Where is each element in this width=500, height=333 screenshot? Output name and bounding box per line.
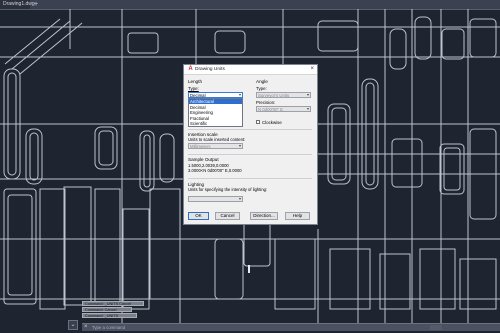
dialog-title: Drawing Units xyxy=(195,67,225,72)
command-menu-button[interactable]: ⌄ xyxy=(68,320,78,330)
command-history-line: Command: _UNITS xyxy=(82,313,137,318)
chevron-down-icon xyxy=(307,108,309,110)
command-history-line: Command: _UNITS Cancel xyxy=(82,301,144,306)
dropdown-option-architectural[interactable]: Architectural xyxy=(189,99,242,104)
dropdown-option-scientific[interactable]: Scientific xyxy=(189,121,242,126)
chevron-down-icon xyxy=(239,94,241,96)
angle-precision-select[interactable]: N 0d00'00" E xyxy=(256,106,311,112)
length-group-label: Length xyxy=(188,79,203,84)
clockwise-checkbox[interactable] xyxy=(256,120,260,124)
close-icon[interactable]: × xyxy=(84,324,88,331)
length-type-dropdown: Architectural Decimal Engineering Fracti… xyxy=(188,98,243,127)
new-tab-button[interactable]: + xyxy=(32,0,40,9)
status-indicator[interactable] xyxy=(430,325,442,330)
direction-button[interactable]: Direction... xyxy=(250,212,278,220)
insertion-units-label: Units to scale inserted content: xyxy=(188,137,246,142)
angle-type-select[interactable]: Surveyor's Units xyxy=(256,92,311,98)
document-tab[interactable]: Drawing1.dwg xyxy=(0,0,35,9)
autocad-logo-icon: A xyxy=(188,66,193,72)
chevron-down-icon xyxy=(239,198,241,200)
insertion-units-value: Millimeters xyxy=(190,144,211,149)
dialog-title-bar[interactable]: A Drawing Units × xyxy=(184,65,317,75)
sample-output-line-2: 3.0000<N 0d00'00" E,0.0000 xyxy=(188,168,242,173)
insertion-units-select[interactable]: Millimeters xyxy=(188,143,243,149)
dropdown-option-engineering[interactable]: Engineering xyxy=(189,110,242,115)
angle-type-value: Surveyor's Units xyxy=(258,93,290,98)
lighting-units-label: Units for specifying the intensity of li… xyxy=(188,187,268,192)
angle-precision-value: N 0d00'00" E xyxy=(258,107,284,112)
angle-precision-label: Precision: xyxy=(256,100,276,105)
clockwise-label: Clockwise xyxy=(262,119,282,125)
crosshair-cursor xyxy=(248,265,250,273)
ok-button[interactable]: OK xyxy=(188,212,209,220)
dropdown-option-fractional[interactable]: Fractional xyxy=(189,116,242,121)
length-type-label: Type: xyxy=(188,86,199,91)
divider xyxy=(188,178,312,179)
chevron-down-icon xyxy=(307,94,309,96)
command-input[interactable]: Type a command xyxy=(92,324,125,331)
help-button[interactable]: Help xyxy=(285,212,310,220)
chevron-down-icon xyxy=(239,145,241,147)
close-icon[interactable]: × xyxy=(310,66,314,73)
command-history-line: Command: Cancel xyxy=(82,307,132,312)
angle-group-label: Angle xyxy=(256,79,268,84)
lighting-units-select[interactable] xyxy=(188,196,243,202)
document-tab-label: Drawing1.dwg xyxy=(3,1,35,7)
sample-output-label: Sample Output xyxy=(188,157,219,162)
cancel-button[interactable]: Cancel xyxy=(215,212,240,220)
divider xyxy=(188,154,312,155)
dropdown-option-decimal[interactable]: Decimal xyxy=(189,105,242,110)
divider xyxy=(188,129,312,130)
angle-type-label: Type: xyxy=(256,86,267,91)
